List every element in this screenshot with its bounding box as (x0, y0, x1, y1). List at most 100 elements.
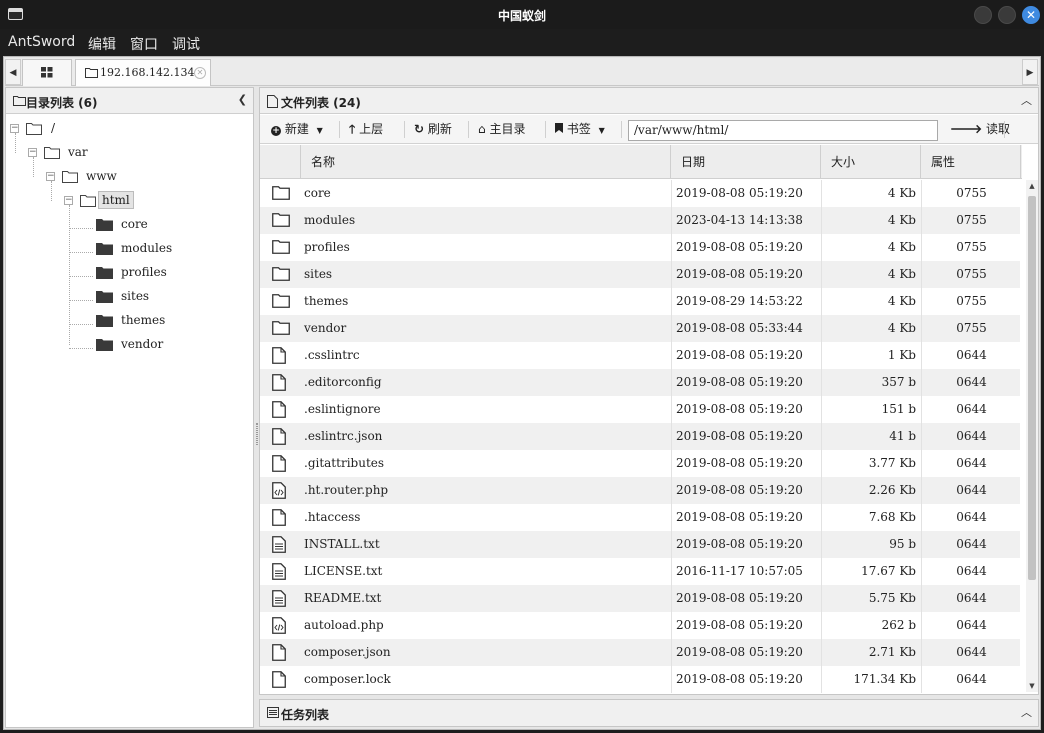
file-name: .ht.router.php (304, 483, 389, 497)
file-icon (272, 401, 290, 418)
code-file-icon (272, 617, 290, 634)
collapse-toggle-icon[interactable]: − (28, 148, 37, 157)
column-header-date[interactable]: 日期 (671, 145, 821, 179)
column-header-size[interactable]: 大小 (821, 145, 921, 179)
tree-node-html[interactable]: − html (64, 191, 254, 211)
menu-antsword[interactable]: AntSword (8, 34, 75, 50)
bookmark-button[interactable]: 书签 ▼ (555, 120, 605, 137)
menu-debug[interactable]: 调试 (172, 34, 200, 54)
folder-icon (96, 219, 113, 231)
up-button[interactable]: 🡑 上层 (349, 120, 383, 141)
collapse-left-icon[interactable]: ❮ (238, 93, 247, 106)
tree-node-core[interactable]: core (96, 215, 246, 235)
close-button[interactable]: ✕ (1022, 6, 1040, 24)
file-size: 1 Kb (821, 342, 921, 369)
tab-host[interactable]: 192.168.142.134 ✕ (75, 59, 211, 86)
tree-node-root[interactable]: − / (10, 119, 210, 139)
file-row[interactable]: autoload.php 2019-08-08 05:19:20 262 b 0644 (260, 612, 1020, 639)
file-row[interactable]: composer.lock 2019-08-08 05:19:20 171.34 K… (260, 666, 1020, 693)
file-attr: 0755 (921, 180, 1021, 207)
menu-edit[interactable]: 编辑 (88, 34, 116, 54)
up-button-label: 上层 (359, 122, 384, 136)
file-name: LICENSE.txt (304, 564, 383, 578)
file-size: 41 b (821, 423, 921, 450)
file-row[interactable]: .eslintignore 2019-08-08 05:19:20 151 b 064… (260, 396, 1020, 423)
tab-close-icon[interactable]: ✕ (194, 67, 206, 79)
file-icon (272, 374, 290, 391)
tree-node-www[interactable]: − www (46, 167, 246, 187)
text-file-icon (272, 536, 290, 553)
file-row[interactable]: .editorconfig 2019-08-08 05:19:20 357 b 064… (260, 369, 1020, 396)
file-row[interactable]: vendor 2019-08-08 05:33:44 4 Kb 0755 (260, 315, 1020, 342)
home-button[interactable]: ⌂ 主目录 (478, 120, 525, 137)
file-date: 2016-11-17 10:57:05 (671, 558, 821, 585)
path-input[interactable]: /var/www/html/ (628, 120, 938, 141)
task-panel-header[interactable]: 任务列表 ︿ (260, 700, 1038, 726)
refresh-button[interactable]: ↻ 刷新 (414, 120, 452, 137)
tree-node-label: themes (121, 313, 166, 327)
tree-node-var[interactable]: − var (28, 143, 228, 163)
file-row[interactable]: profiles 2019-08-08 05:19:20 4 Kb 0755 (260, 234, 1020, 261)
tree-node-modules[interactable]: modules (96, 239, 246, 259)
read-button[interactable]: 🡒 读取 (950, 120, 1010, 137)
column-header-attr[interactable]: 属性 (921, 145, 1021, 179)
file-row[interactable]: sites 2019-08-08 05:19:20 4 Kb 0755 (260, 261, 1020, 288)
file-row[interactable]: README.txt 2019-08-08 05:19:20 5.75 Kb 0644 (260, 585, 1020, 612)
expand-up-icon[interactable]: ︿ (1021, 704, 1032, 720)
file-row[interactable]: modules 2023-04-13 14:13:38 4 Kb 0755 (260, 207, 1020, 234)
file-date: 2019-08-08 05:19:20 (671, 369, 821, 396)
file-row[interactable]: core 2019-08-08 05:19:20 4 Kb 0755 (260, 180, 1020, 207)
file-attr: 0644 (921, 450, 1021, 477)
folder-icon (272, 293, 290, 310)
file-size: 2.71 Kb (821, 639, 921, 666)
collapse-toggle-icon[interactable]: − (10, 124, 19, 133)
minimize-button[interactable] (974, 6, 992, 24)
file-row[interactable]: .htaccess 2019-08-08 05:19:20 7.68 Kb 0644 (260, 504, 1020, 531)
tree-node-sites[interactable]: sites (96, 287, 246, 307)
tree-node-label: core (121, 217, 148, 231)
file-row[interactable]: .gitattributes 2019-08-08 05:19:20 3.77 Kb… (260, 450, 1020, 477)
file-attr: 0644 (921, 666, 1021, 693)
tree-node-themes[interactable]: themes (96, 311, 246, 331)
tab-home[interactable] (22, 59, 72, 86)
menu-window[interactable]: 窗口 (130, 34, 158, 54)
tree-node-vendor[interactable]: vendor (96, 335, 246, 355)
tree-node-label: modules (121, 241, 173, 255)
tab-scroll-right-icon[interactable]: ▶ (1022, 59, 1038, 85)
file-name: INSTALL.txt (304, 537, 380, 551)
folder-icon (272, 212, 290, 229)
scrollbar-thumb[interactable] (1028, 196, 1036, 580)
file-attr: 0644 (921, 396, 1021, 423)
file-name: .editorconfig (304, 375, 382, 389)
collapse-toggle-icon[interactable]: − (46, 172, 55, 181)
folder-icon (96, 267, 113, 279)
file-row[interactable]: INSTALL.txt 2019-08-08 05:19:20 95 b 0644 (260, 531, 1020, 558)
scroll-up-icon[interactable]: ▲ (1027, 182, 1037, 190)
tab-scroll-left-icon[interactable]: ◀ (5, 59, 21, 85)
maximize-button[interactable] (998, 6, 1016, 24)
file-row[interactable]: LICENSE.txt 2016-11-17 10:57:05 17.67 Kb 06… (260, 558, 1020, 585)
vertical-scrollbar[interactable]: ▲ ▼ (1026, 180, 1038, 692)
tree-node-profiles[interactable]: profiles (96, 263, 246, 283)
file-row[interactable]: .ht.router.php 2019-08-08 05:19:20 2.26 Kb… (260, 477, 1020, 504)
file-size: 4 Kb (821, 261, 921, 288)
file-row[interactable]: themes 2019-08-29 14:53:22 4 Kb 0755 (260, 288, 1020, 315)
column-header-name[interactable]: 名称 (301, 145, 671, 179)
file-date: 2019-08-08 05:19:20 (671, 234, 821, 261)
collapse-up-icon[interactable]: ︿ (1021, 92, 1032, 108)
file-name: composer.lock (304, 672, 391, 686)
tab-host-label: 192.168.142.134 (100, 66, 195, 79)
new-button[interactable]: + 新建 ▼ (271, 120, 323, 137)
file-row[interactable]: composer.json 2019-08-08 05:19:20 2.71 Kb 0… (260, 639, 1020, 666)
file-date: 2019-08-08 05:19:20 (671, 477, 821, 504)
folder-icon (272, 239, 290, 256)
scroll-down-icon[interactable]: ▼ (1027, 682, 1037, 690)
file-name: .eslintrc.json (304, 429, 383, 443)
file-size: 4 Kb (821, 180, 921, 207)
work-area: ◀ 192.168.142.134 ✕ ▶ 目录列表 (6) ❮ − / − v… (3, 56, 1041, 730)
file-row[interactable]: .eslintrc.json 2019-08-08 05:19:20 41 b 064… (260, 423, 1020, 450)
file-date: 2019-08-08 05:19:20 (671, 423, 821, 450)
file-row[interactable]: .csslintrc 2019-08-08 05:19:20 1 Kb 0644 (260, 342, 1020, 369)
chevron-down-icon: ▼ (598, 126, 605, 135)
collapse-toggle-icon[interactable]: − (64, 196, 73, 205)
